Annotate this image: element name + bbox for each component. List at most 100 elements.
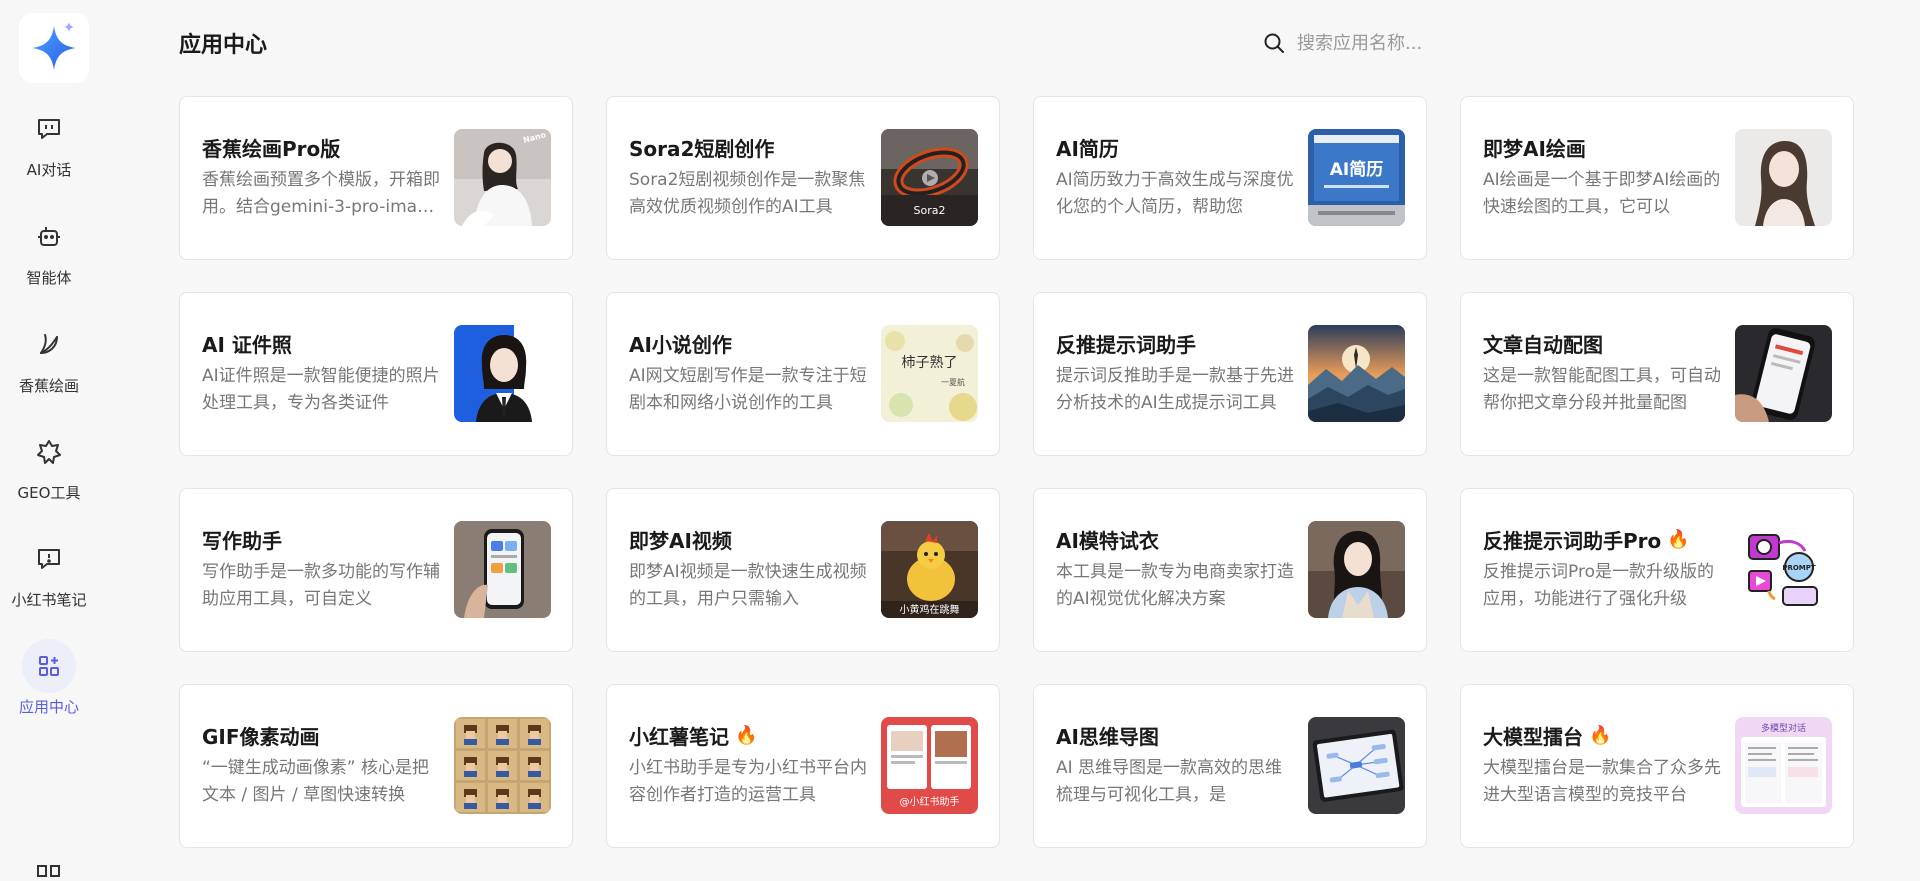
fire-icon: 🔥 — [735, 725, 758, 746]
sidebar-item-geo-tools[interactable]: GEO工具 — [0, 425, 98, 503]
app-title: 写作助手 — [202, 529, 282, 553]
app-card-ai-mind-map[interactable]: AI思维导图 AI 思维导图是一款高效的思维梳理与可视化工具，是 — [1033, 684, 1427, 848]
sidebar-item-app-center[interactable]: 应用中心 — [0, 639, 98, 717]
sidebar-item-banana-painting[interactable]: 香蕉绘画 — [0, 318, 98, 396]
app-title: 文章自动配图 — [1483, 333, 1603, 357]
app-thumbnail — [1308, 521, 1405, 618]
sidebar-item-label: 应用中心 — [18, 698, 79, 716]
app-card-ai-novel[interactable]: AI小说创作 AI网文短剧写作是一款专注于短剧本和网络小说创作的工具 柿子熟了 … — [606, 292, 1000, 456]
app-thumbnail — [1735, 325, 1832, 422]
app-description: “一键生成动画像素” 核心是把文本 / 图片 / 草图快速转换 — [202, 758, 430, 805]
app-title: Sora2短剧创作 — [629, 137, 775, 161]
app-thumbnail: 小黄鸡在跳舞 — [881, 521, 978, 618]
app-description: AI简历致力于高效生成与深度优化您的个人简历，帮助您 — [1056, 170, 1294, 217]
app-thumbnail — [1308, 717, 1405, 814]
app-title: 反推提示词助手 — [1056, 333, 1196, 357]
thumb-label: 柿子熟了 — [902, 354, 958, 371]
app-description: 大模型擂台是一款集合了众多先进大型语言模型的竞技平台 — [1483, 758, 1721, 805]
app-title: AI简历 — [1056, 137, 1119, 161]
app-card-jimeng-ai-video[interactable]: 即梦AI视频 即梦AI视频是一款快速生成视频的工具，用户只需输入 小黄鸡在跳舞 — [606, 488, 1000, 652]
thumb-label: @小红书助手 — [900, 795, 960, 808]
app-card-ai-resume[interactable]: AI简历 AI简历致力于高效生成与深度优化您的个人简历，帮助您 AI简历 — [1033, 96, 1427, 260]
app-thumbnail — [454, 325, 551, 422]
app-card-ai-id-photo[interactable]: AI 证件照 AI证件照是一款智能便捷的照片处理工具，专为各类证件 — [179, 292, 573, 456]
app-description: 这是一款智能配图工具，可自动帮你把文章分段并批量配图 — [1483, 366, 1721, 413]
app-description: AI网文短剧写作是一款专注于短剧本和网络小说创作的工具 — [629, 366, 867, 413]
app-thumbnail — [1308, 325, 1405, 422]
fire-icon: 🔥 — [1667, 529, 1690, 550]
sidebar: AI对话 智能体 香蕉绘画 GEO工具 小红书笔记 应用中心 — [0, 0, 98, 877]
thumb-label: AI简历 — [1330, 159, 1383, 180]
app-description: 提示词反推助手是一款基于先进分析技术的AI生成提示词工具 — [1056, 366, 1294, 413]
app-logo[interactable] — [19, 13, 89, 83]
app-thumbnail — [454, 717, 551, 814]
sidebar-item-label: GEO工具 — [17, 484, 81, 502]
sidebar-item-ai-chat[interactable]: AI对话 — [0, 102, 98, 180]
thumb-label: 小黄鸡在跳舞 — [900, 603, 960, 616]
thumb-label: Sora2 — [914, 204, 946, 217]
app-card-gif-pixel-animation[interactable]: GIF像素动画 “一键生成动画像素” 核心是把文本 / 图片 / 草图快速转换 — [179, 684, 573, 848]
search-input[interactable] — [1297, 32, 1517, 54]
app-description: 即梦AI视频是一款快速生成视频的工具，用户只需输入 — [629, 562, 867, 609]
app-card-reverse-prompt[interactable]: 反推提示词助手 提示词反推助手是一款基于先进分析技术的AI生成提示词工具 — [1033, 292, 1427, 456]
chat-icon — [22, 102, 76, 156]
sidebar-item-agent[interactable]: 智能体 — [0, 210, 98, 288]
app-thumbnail: @小红书助手 — [881, 717, 978, 814]
sidebar-item-label: 智能体 — [26, 269, 72, 287]
app-grid: 香蕉绘画Pro版 香蕉绘画预置多个模版，开箱即用。结合gemini-3-pro-… — [179, 96, 1854, 848]
more-grid-icon[interactable] — [36, 862, 62, 881]
app-card-reverse-prompt-pro[interactable]: 反推提示词助手Pro 🔥 反推提示词Pro是一款升级版的应用，功能进行了强化升级 … — [1460, 488, 1854, 652]
app-title: AI 证件照 — [202, 333, 292, 357]
app-card-banana-painting-pro[interactable]: 香蕉绘画Pro版 香蕉绘画预置多个模版，开箱即用。结合gemini-3-pro-… — [179, 96, 573, 260]
main-content: 应用中心 香蕉绘画Pro版 香蕉绘画预置多个模版，开箱即用。结合gemini-3… — [98, 0, 1920, 875]
app-title: 香蕉绘画Pro版 — [202, 137, 341, 161]
app-title: AI思维导图 — [1056, 725, 1159, 749]
sidebar-item-xiaohongshu-notes[interactable]: 小红书笔记 — [0, 532, 98, 610]
sidebar-item-label: 香蕉绘画 — [18, 377, 79, 395]
app-thumbnail: 多模型对话 — [1735, 717, 1832, 814]
thumb-label: PROMPT — [1782, 564, 1816, 572]
app-thumbnail: AI简历 — [1308, 129, 1405, 226]
app-thumbnail — [454, 521, 551, 618]
app-title: 大模型擂台 🔥 — [1483, 725, 1612, 749]
search-icon — [1264, 33, 1284, 53]
app-card-llm-arena[interactable]: 大模型擂台 🔥 大模型擂台是一款集合了众多先进大型语言模型的竞技平台 多模型对话 — [1460, 684, 1854, 848]
app-title: AI小说创作 — [629, 333, 732, 357]
app-card-sora2-drama[interactable]: Sora2短剧创作 Sora2短剧视频创作是一款聚焦高效优质视频创作的AI工具 … — [606, 96, 1000, 260]
app-description: AI绘画是一个基于即梦AI绘画的快速绘图的工具，它可以 — [1483, 170, 1721, 217]
geo-icon — [22, 425, 76, 479]
sparkle-logo-icon — [32, 22, 76, 70]
app-thumbnail — [1735, 129, 1832, 226]
page-title: 应用中心 — [179, 33, 268, 58]
apps-icon — [22, 639, 76, 693]
app-description: 香蕉绘画预置多个模版，开箱即用。结合gemini-3-pro-image模型 — [202, 170, 440, 217]
app-thumbnail: PROMPT — [1735, 521, 1832, 618]
search-bar[interactable] — [1263, 28, 1523, 58]
app-title: 即梦AI绘画 — [1483, 137, 1586, 161]
app-description: 写作助手是一款多功能的写作辅助应用工具，可自定义 — [202, 562, 440, 609]
app-title: 反推提示词助手Pro 🔥 — [1483, 529, 1690, 553]
app-description: 小红书助手是专为小红书平台内容创作者打造的运营工具 — [629, 758, 867, 805]
thumb-label: 多模型对话 — [1761, 722, 1806, 734]
app-card-xiaohongshu-notes[interactable]: 小红薯笔记 🔥 小红书助手是专为小红书平台内容创作者打造的运营工具 @小红书助手 — [606, 684, 1000, 848]
app-title: GIF像素动画 — [202, 725, 320, 749]
thumb-sublabel: 一夏航 — [941, 377, 965, 387]
app-title: 小红薯笔记 🔥 — [629, 725, 758, 749]
app-card-jimeng-ai-painting[interactable]: 即梦AI绘画 AI绘画是一个基于即梦AI绘画的快速绘图的工具，它可以 — [1460, 96, 1854, 260]
banana-icon — [22, 318, 76, 372]
sidebar-item-label: 小红书笔记 — [11, 591, 87, 609]
app-description: AI证件照是一款智能便捷的照片处理工具，专为各类证件 — [202, 366, 440, 413]
app-description: AI 思维导图是一款高效的思维梳理与可视化工具，是 — [1056, 758, 1283, 805]
app-description: 反推提示词Pro是一款升级版的应用，功能进行了强化升级 — [1483, 562, 1714, 609]
sidebar-item-label: AI对话 — [26, 161, 72, 179]
note-icon — [22, 532, 76, 586]
app-card-writing-assistant[interactable]: 写作助手 写作助手是一款多功能的写作辅助应用工具，可自定义 — [179, 488, 573, 652]
app-description: 本工具是一款专为电商卖家打造的AI视觉优化解决方案 — [1056, 562, 1294, 609]
app-title: AI模特试衣 — [1056, 529, 1159, 553]
app-card-article-auto-image[interactable]: 文章自动配图 这是一款智能配图工具，可自动帮你把文章分段并批量配图 — [1460, 292, 1854, 456]
fire-icon: 🔥 — [1589, 725, 1612, 746]
robot-icon — [22, 210, 76, 264]
app-card-ai-model-tryon[interactable]: AI模特试衣 本工具是一款专为电商卖家打造的AI视觉优化解决方案 — [1033, 488, 1427, 652]
app-thumbnail: 柿子熟了 一夏航 — [881, 325, 978, 422]
app-title: 即梦AI视频 — [629, 529, 732, 553]
